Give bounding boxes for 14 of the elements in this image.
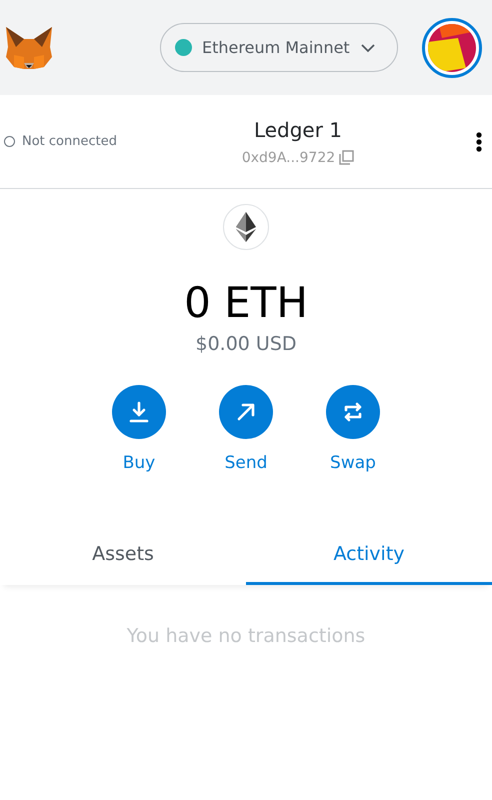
connection-status[interactable]: Not connected: [4, 134, 154, 149]
tab[interactable]: Activity: [246, 525, 492, 585]
network-selector[interactable]: Ethereum Mainnet: [160, 23, 398, 72]
tab[interactable]: Assets: [0, 525, 246, 585]
chevron-down-icon: [360, 42, 376, 52]
account-name[interactable]: Ledger 1: [254, 118, 342, 142]
account-address[interactable]: 0xd9A...9722: [242, 150, 354, 166]
copy-icon: [339, 150, 354, 165]
empty-message: You have no transactions: [126, 625, 366, 647]
ethereum-logo: [223, 204, 269, 250]
balance-fiat: $0.00 USD: [195, 333, 297, 355]
balance-amount: 0 ETH: [184, 278, 308, 327]
fox-logo[interactable]: [4, 24, 54, 70]
download-icon: [127, 400, 151, 424]
